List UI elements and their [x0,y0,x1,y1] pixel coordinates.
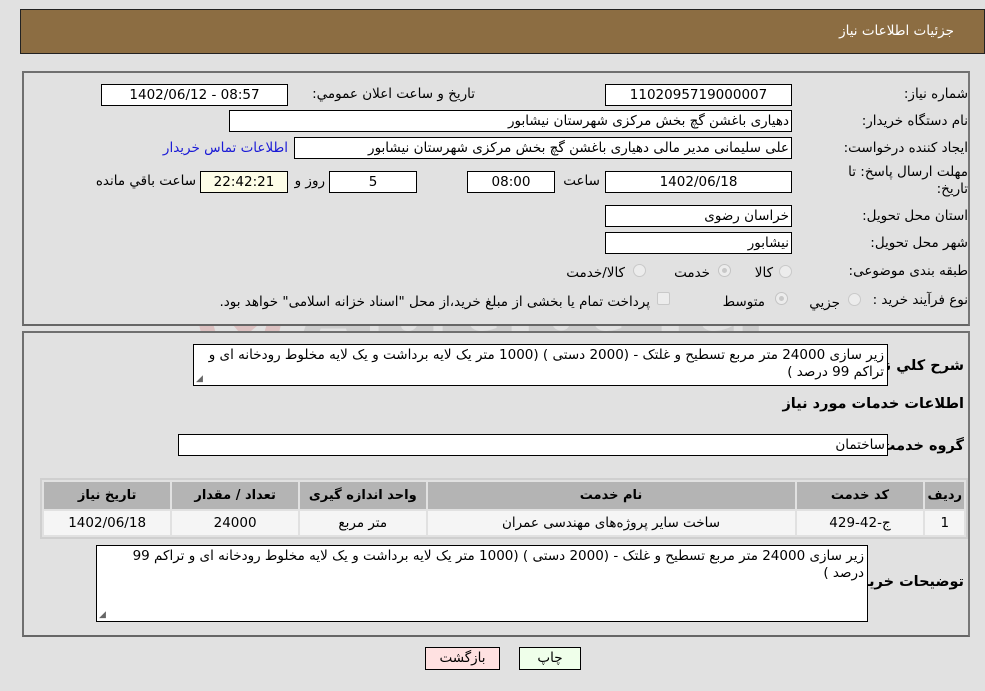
services-table: ردیف کد خدمت نام خدمت واحد اندازه گیری ت… [40,478,968,539]
city-field: نیشابور [605,232,792,254]
col-need-date: تاریخ نیاز [44,482,171,509]
deadline-label: مهلت ارسال پاسخ: تا تاریخ: [818,164,968,197]
category-label: طبقه بندی موضوعی: [848,263,968,279]
col-unit: واحد اندازه گیری [299,482,426,509]
cell-row-number: 1 [925,511,964,535]
city-label: شهر محل تحویل: [870,235,968,251]
col-service-code: کد خدمت [796,482,924,509]
cell-service-code: ج-42-429 [796,511,924,535]
buyer-notes-text: زیر سازی 24000 متر مربع تسطیح و غلتک - (… [132,548,864,581]
category-radio-service[interactable] [718,264,731,277]
buyer-contact-link[interactable]: اطلاعات تماس خریدار [163,140,288,156]
deadline-time-label: ساعت [563,173,600,189]
services-panel: شرح کلي نیاز: زیر سازی 24000 متر مربع تس… [22,331,970,637]
time-remaining-field: 22:42:21 [200,171,288,193]
category-radio-goods-service[interactable] [633,264,646,277]
announce-datetime-label: تاریخ و ساعت اعلان عمومي: [312,86,475,102]
table-header-row: ردیف کد خدمت نام خدمت واحد اندازه گیری ت… [44,482,964,509]
resize-grip-icon[interactable]: ◢ [196,375,203,384]
province-field: خراسان رضوی [605,205,792,227]
time-remaining-label: ساعت باقي مانده [95,173,196,189]
service-group-field: ساختمان [178,434,888,456]
purchase-radio-medium[interactable] [775,292,788,305]
page-header: جزئیات اطلاعات نیاز [20,9,985,54]
purchase-option-medium: متوسط [722,294,765,310]
deadline-date-field: 1402/06/18 [605,171,792,193]
resize-grip-icon[interactable]: ◢ [99,611,106,620]
buyer-org-label: نام دستگاه خریدار: [861,113,968,129]
cell-unit: متر مربع [299,511,426,535]
deadline-label-line2: تاریخ: [936,181,968,197]
category-option-service: خدمت [674,265,710,281]
purchase-option-minor: جزيي [809,295,840,311]
back-button[interactable]: بازگشت [425,647,500,670]
requester-label: ایجاد کننده درخواست: [843,140,968,156]
purchase-radio-minor[interactable] [848,293,861,306]
col-quantity: تعداد / مقدار [172,482,298,509]
description-text: زیر سازی 24000 متر مربع تسطیح و غلتک - (… [208,347,884,380]
buyer-org-field: دهیاری باغشن گچ بخش مرکزی شهرستان نیشابو… [229,110,792,132]
cell-service-name: ساخت سایر پروژه‌های مهندسی عمران [427,511,795,535]
need-number-label: شماره نیاز: [903,86,968,102]
buyer-notes-textarea[interactable]: زیر سازی 24000 متر مربع تسطیح و غلتک - (… [96,545,868,622]
deadline-time-field: 08:00 [467,171,555,193]
page-title: جزئیات اطلاعات نیاز [839,23,954,39]
treasury-checkbox[interactable] [657,292,670,305]
category-option-goods-service: کالا/خدمت [566,265,625,281]
cell-quantity: 24000 [172,511,298,535]
service-group-label: گروه خدمت: [874,438,964,454]
category-radio-goods[interactable] [779,265,792,278]
purchase-type-label: نوع فرآیند خرید : [872,292,968,308]
need-info-panel: شماره نیاز: 1102095719000007 تاریخ و ساع… [22,71,970,326]
cell-need-date: 1402/06/18 [44,511,171,535]
description-textarea[interactable]: زیر سازی 24000 متر مربع تسطیح و غلتک - (… [193,344,888,386]
days-label: روز و [294,173,325,189]
services-section-title: اطلاعات خدمات مورد نیاز [782,396,964,412]
treasury-note: پرداخت تمام یا بخشی از مبلغ خرید،از محل … [219,294,650,310]
category-option-goods: کالا [754,265,773,281]
col-service-name: نام خدمت [427,482,795,509]
need-number-field: 1102095719000007 [605,84,792,106]
days-remaining-field: 5 [329,171,417,193]
requester-field: علی سلیمانی مدیر مالی دهیاری باغشن گچ بخ… [294,137,792,159]
announce-datetime-field: 1402/06/12 - 08:57 [101,84,288,106]
province-label: استان محل تحویل: [862,208,968,224]
print-button[interactable]: چاپ [519,647,581,670]
table-row: 1 ج-42-429 ساخت سایر پروژه‌های مهندسی عم… [44,511,964,535]
col-row-number: ردیف [925,482,964,509]
deadline-label-line1: مهلت ارسال پاسخ: تا [848,164,968,180]
